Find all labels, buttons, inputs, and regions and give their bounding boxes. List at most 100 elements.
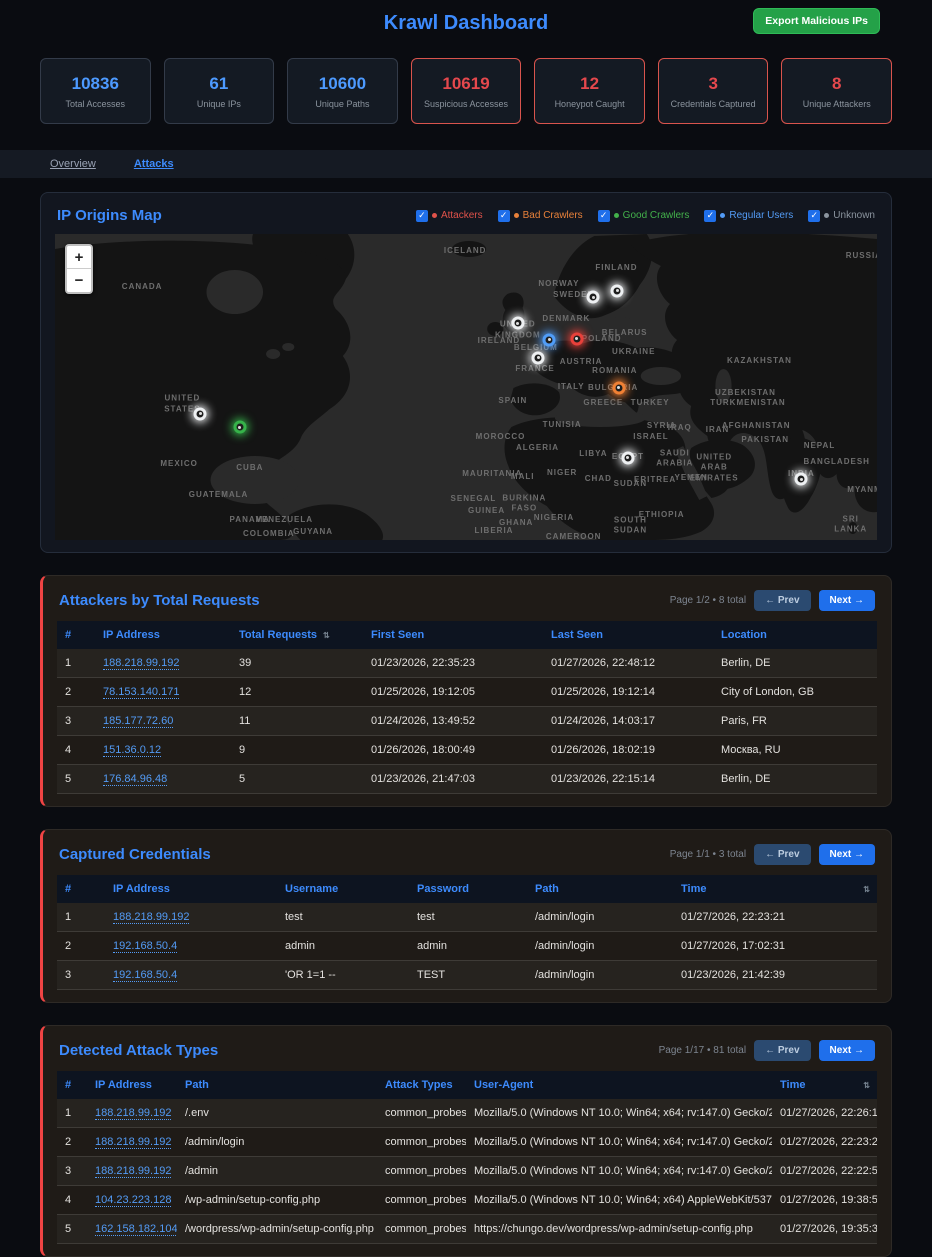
ip-link[interactable]: 185.177.72.60 xyxy=(103,715,173,728)
sort-icon[interactable]: ⇅ xyxy=(323,631,330,640)
total-requests-cell: 9 xyxy=(231,736,363,765)
map-marker[interactable] xyxy=(233,421,246,434)
path-cell: /admin/login xyxy=(527,932,673,961)
sort-icon[interactable]: ⇅ xyxy=(863,885,870,894)
credentials-panel: Captured Credentials Page 1/1 • 3 total … xyxy=(40,829,892,1003)
stat-value: 3 xyxy=(708,74,717,94)
next-page-button[interactable]: Next → xyxy=(819,1040,875,1061)
map-marker[interactable] xyxy=(194,407,207,420)
map-marker[interactable] xyxy=(570,332,583,345)
column-header[interactable]: First Seen xyxy=(363,621,543,649)
table-row: 5 162.158.182.104 /wordpress/wp-admin/se… xyxy=(57,1215,877,1244)
column-header[interactable]: Password xyxy=(409,875,527,903)
location-cell: Paris, FR xyxy=(713,707,877,736)
path-cell: /.env xyxy=(177,1099,377,1128)
column-header[interactable]: IP Address xyxy=(95,621,231,649)
ip-link[interactable]: 188.218.99.192 xyxy=(103,657,179,670)
column-header[interactable]: Last Seen xyxy=(543,621,713,649)
total-requests-cell: 5 xyxy=(231,765,363,794)
map-marker[interactable] xyxy=(612,381,625,394)
legend-dot-icon xyxy=(432,213,437,218)
credentials-title: Captured Credentials xyxy=(59,846,211,863)
map-marker[interactable] xyxy=(611,284,624,297)
next-page-button[interactable]: Next → xyxy=(819,844,875,865)
export-malicious-ips-button[interactable]: Export Malicious IPs xyxy=(753,8,880,34)
first-seen-cell: 01/24/2026, 13:49:52 xyxy=(363,707,543,736)
attack-types-panel: Detected Attack Types Page 1/17 • 81 tot… xyxy=(40,1025,892,1257)
zoom-in-button[interactable]: + xyxy=(67,246,91,269)
world-map[interactable]: CANADA ICELAND UNITED STATES MEXICO CUBA… xyxy=(55,234,877,540)
credentials-table: # IP Address Username Password Path Time… xyxy=(57,875,877,990)
zoom-out-button[interactable]: − xyxy=(67,269,91,292)
ip-link[interactable]: 162.158.182.104 xyxy=(95,1223,177,1236)
checkbox-checked-icon[interactable]: ✓ xyxy=(416,210,428,222)
column-header[interactable]: # xyxy=(57,875,105,903)
legend-item[interactable]: ✓ Regular Users xyxy=(704,210,793,222)
table-row: 2 188.218.99.192 /admin/login common_pro… xyxy=(57,1128,877,1157)
table-row: 1 188.218.99.192 39 01/23/2026, 22:35:23… xyxy=(57,649,877,678)
ip-link[interactable]: 192.168.50.4 xyxy=(113,969,177,982)
legend-item[interactable]: ✓ Unknown xyxy=(808,210,875,222)
column-header[interactable]: Attack Types xyxy=(377,1071,466,1099)
checkbox-checked-icon[interactable]: ✓ xyxy=(498,210,510,222)
map-marker[interactable] xyxy=(511,317,524,330)
ip-link[interactable]: 151.36.0.12 xyxy=(103,744,161,757)
row-number: 1 xyxy=(57,649,95,678)
prev-page-button[interactable]: ← Prev xyxy=(754,590,810,611)
legend-item[interactable]: ✓ Attackers xyxy=(416,210,483,222)
column-header[interactable]: # xyxy=(57,621,95,649)
row-number: 4 xyxy=(57,1186,87,1215)
column-header[interactable]: Location xyxy=(713,621,877,649)
time-cell: 01/27/2026, 22:23:21 xyxy=(673,903,877,932)
legend-dot-icon xyxy=(514,213,519,218)
path-cell: /admin/login xyxy=(527,961,673,990)
row-number: 5 xyxy=(57,1215,87,1244)
prev-page-button[interactable]: ← Prev xyxy=(754,844,810,865)
checkbox-checked-icon[interactable]: ✓ xyxy=(598,210,610,222)
ip-link[interactable]: 188.218.99.192 xyxy=(95,1107,171,1120)
column-header[interactable]: Path xyxy=(527,875,673,903)
column-header[interactable]: IP Address xyxy=(105,875,277,903)
stat-label: Unique IPs xyxy=(197,99,241,109)
time-cell: 01/27/2026, 17:02:31 xyxy=(673,932,877,961)
ip-link[interactable]: 192.168.50.4 xyxy=(113,940,177,953)
ip-link[interactable]: 188.218.99.192 xyxy=(113,911,189,924)
username-cell: admin xyxy=(277,932,409,961)
next-page-button[interactable]: Next → xyxy=(819,590,875,611)
ip-link[interactable]: 188.218.99.192 xyxy=(95,1165,171,1178)
table-row: 3 188.218.99.192 /admin common_probes Mo… xyxy=(57,1157,877,1186)
map-marker[interactable] xyxy=(795,473,808,486)
ip-link[interactable]: 176.84.96.48 xyxy=(103,773,167,786)
column-header[interactable]: IP Address xyxy=(87,1071,177,1099)
checkbox-checked-icon[interactable]: ✓ xyxy=(808,210,820,222)
map-marker[interactable] xyxy=(587,291,600,304)
map-marker[interactable] xyxy=(532,351,545,364)
legend-item[interactable]: ✓ Bad Crawlers xyxy=(498,210,583,222)
column-header[interactable]: Total Requests⇅ xyxy=(231,621,363,649)
ip-link[interactable]: 104.23.223.128 xyxy=(95,1194,171,1207)
sort-icon[interactable]: ⇅ xyxy=(863,1081,870,1090)
stat-value: 8 xyxy=(832,74,841,94)
tab[interactable]: Overview xyxy=(50,158,96,170)
legend-item[interactable]: ✓ Good Crawlers xyxy=(598,210,690,222)
ip-link[interactable]: 78.153.140.171 xyxy=(103,686,179,699)
column-header[interactable]: Path xyxy=(177,1071,377,1099)
map-marker[interactable] xyxy=(543,333,556,346)
time-cell: 01/27/2026, 22:26:11 xyxy=(772,1099,877,1128)
prev-page-button[interactable]: ← Prev xyxy=(754,1040,810,1061)
column-header[interactable]: Time⇅ xyxy=(673,875,877,903)
column-header[interactable]: # xyxy=(57,1071,87,1099)
total-requests-cell: 39 xyxy=(231,649,363,678)
last-seen-cell: 01/25/2026, 19:12:14 xyxy=(543,678,713,707)
page-title: Krawl Dashboard xyxy=(384,12,548,35)
ip-link[interactable]: 188.218.99.192 xyxy=(95,1136,171,1149)
table-row: 5 176.84.96.48 5 01/23/2026, 21:47:03 01… xyxy=(57,765,877,794)
column-header[interactable]: Username xyxy=(277,875,409,903)
attack-types-header-row: # IP Address Path Attack Types User-Agen… xyxy=(57,1071,877,1099)
tab[interactable]: Attacks xyxy=(134,158,174,170)
column-header[interactable]: Time⇅ xyxy=(772,1071,877,1099)
row-number: 3 xyxy=(57,707,95,736)
map-marker[interactable] xyxy=(621,451,634,464)
column-header[interactable]: User-Agent xyxy=(466,1071,772,1099)
checkbox-checked-icon[interactable]: ✓ xyxy=(704,210,716,222)
